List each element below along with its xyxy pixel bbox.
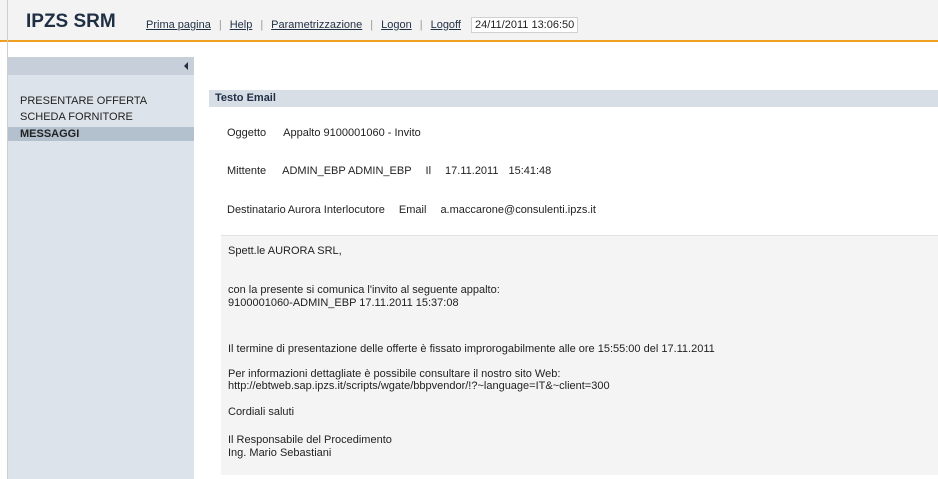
body-link: http://ebtweb.sap.ipzs.it/scripts/wgate/… [228, 380, 610, 392]
nav-separator: | [218, 19, 222, 31]
sidebar-collapse-bar[interactable] [8, 57, 194, 75]
message-body: Spett.le AURORA SRL, con la presente si … [221, 235, 938, 475]
nav-separator: | [419, 19, 423, 31]
oggetto-label: Oggetto [227, 127, 267, 139]
nav-link-logoff[interactable]: Logoff [431, 19, 461, 31]
mittente-label: Mittente [227, 165, 267, 177]
oggetto-row: Oggetto Appalto 9100001060 - Invito [227, 123, 421, 143]
sidebar-item-messaggi[interactable]: MESSAGGI [8, 127, 194, 141]
body-line: Per informazioni dettagliate è possibile… [228, 368, 561, 380]
body-line: Il termine di presentazione delle offert… [228, 343, 715, 355]
nav-link-help[interactable]: Help [230, 19, 253, 31]
destinatario-row: Destinatario Aurora Interlocutore Email … [227, 200, 596, 220]
email-label: Email [398, 204, 427, 216]
header-bar: IPZS SRM Prima pagina | Help | Parametri… [0, 0, 938, 479]
email-value: a.maccarone@consulenti.ipzs.it [440, 204, 596, 216]
sidebar-item-presentare-offerta[interactable]: PRESENTARE OFFERTA [8, 94, 194, 108]
nav-separator: | [260, 19, 264, 31]
nav-link-logon[interactable]: Logon [381, 19, 412, 31]
time-value: 15:41:48 [508, 165, 552, 177]
nav-link-prima-pagina[interactable]: Prima pagina [146, 19, 211, 31]
body-line: Il Responsabile del Procedimento [228, 434, 392, 446]
body-line: Cordiali saluti [228, 406, 295, 418]
datetime-display: 24/11/2011 13:06:50 [470, 17, 579, 33]
body-line: con la presente si comunica l'invito al … [228, 284, 500, 296]
email-panel: Testo Email Oggetto Appalto 9100001060 -… [209, 90, 938, 479]
body-greeting: Spett.le AURORA SRL, [228, 245, 342, 257]
destinatario-label: Destinatario [227, 204, 286, 216]
top-nav: Prima pagina | Help | Parametrizzazione … [146, 17, 579, 33]
section-title: Testo Email [209, 90, 938, 107]
destinatario-value: Aurora Interlocutore [287, 204, 385, 216]
mittente-row: Mittente ADMIN_EBP ADMIN_EBP Il 17.11.20… [227, 161, 551, 181]
date-value: 17.11.2011 [445, 165, 499, 177]
collapse-arrow-icon[interactable] [184, 62, 188, 70]
nav-separator: | [370, 19, 374, 31]
body-signature: Ing. Mario Sebastiani [228, 447, 332, 459]
il-label: Il [425, 165, 432, 177]
mittente-value: ADMIN_EBP ADMIN_EBP [282, 165, 412, 177]
nav-link-parametrizzazione[interactable]: Parametrizzazione [271, 19, 362, 31]
sidebar: PRESENTARE OFFERTA SCHEDA FORNITORE MESS… [8, 57, 194, 479]
oggetto-value: Appalto 9100001060 - Invito [283, 127, 421, 139]
app-title: IPZS SRM [26, 11, 116, 32]
body-line: 9100001060-ADMIN_EBP 17.11.2011 15:37:08 [228, 297, 459, 309]
sidebar-item-scheda-fornitore[interactable]: SCHEDA FORNITORE [8, 110, 194, 124]
